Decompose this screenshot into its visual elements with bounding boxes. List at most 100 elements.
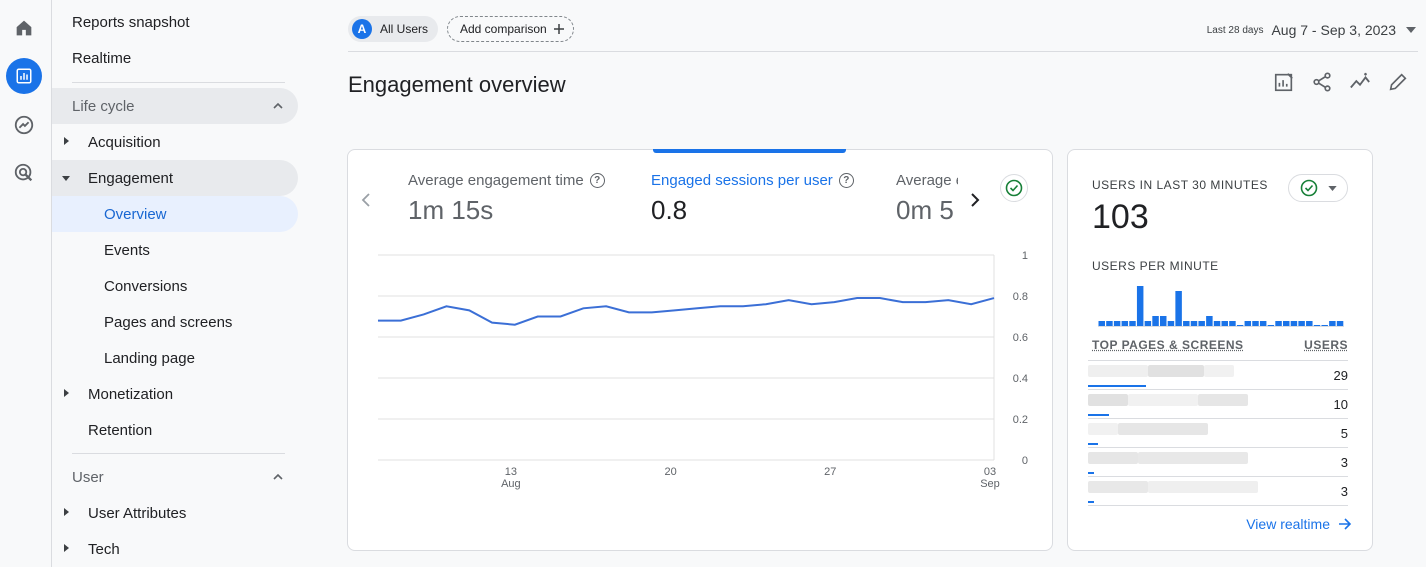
metric-tab-engaged-sessions-per-user[interactable]: Engaged sessions per user? 0.8 bbox=[651, 172, 854, 226]
topbar-divider bbox=[348, 51, 1418, 52]
chevron-right-icon[interactable] bbox=[967, 192, 983, 208]
minute-bar bbox=[1321, 325, 1328, 326]
y-tick-label: 1 bbox=[1022, 250, 1028, 262]
nav-engagement-label: Engagement bbox=[88, 169, 174, 187]
customize-report-icon[interactable] bbox=[1272, 70, 1296, 94]
share-bar bbox=[1088, 501, 1094, 503]
table-row[interactable]: 5 bbox=[1088, 419, 1348, 448]
users-count: 10 bbox=[1333, 397, 1348, 412]
dropdown-arrow-icon bbox=[1406, 27, 1416, 33]
nav-section-lifecycle[interactable]: Life cycle bbox=[52, 88, 298, 124]
share-icon[interactable] bbox=[1310, 70, 1334, 94]
chevron-up-icon bbox=[273, 473, 283, 480]
view-realtime-link[interactable]: View realtime bbox=[1246, 516, 1352, 532]
share-bar bbox=[1088, 414, 1109, 416]
date-range-picker[interactable]: Last 28 days Aug 7 - Sep 3, 2023 bbox=[1207, 22, 1416, 38]
nav-monetization-label: Monetization bbox=[88, 385, 174, 403]
explore-icon[interactable] bbox=[6, 107, 42, 143]
check-circle-icon bbox=[1005, 179, 1023, 197]
metric-label: Average e bbox=[896, 172, 958, 189]
minute-bar bbox=[1313, 325, 1321, 326]
redacted-page-title bbox=[1148, 365, 1204, 377]
minute-bar bbox=[1252, 321, 1259, 326]
caret-right-icon bbox=[64, 137, 69, 145]
redacted-page-title bbox=[1148, 481, 1258, 493]
minute-bar bbox=[1190, 321, 1198, 326]
minute-bar bbox=[1244, 321, 1252, 326]
chevron-up-icon bbox=[273, 102, 283, 109]
nav-tech[interactable]: Tech bbox=[52, 531, 298, 567]
chevron-left-icon[interactable] bbox=[358, 192, 374, 208]
users-count: 29 bbox=[1333, 368, 1348, 383]
series-line bbox=[378, 297, 995, 326]
users-column-header[interactable]: USERS bbox=[1304, 338, 1348, 352]
nav-realtime[interactable]: Realtime bbox=[52, 40, 298, 76]
nav-retention[interactable]: Retention bbox=[52, 412, 298, 448]
home-icon[interactable] bbox=[6, 10, 42, 46]
nav-monetization[interactable]: Monetization bbox=[52, 376, 298, 412]
nav-engagement[interactable]: Engagement bbox=[52, 160, 298, 196]
insights-icon[interactable] bbox=[1348, 70, 1372, 94]
users-per-minute-bars bbox=[1098, 286, 1344, 327]
minute-bar bbox=[1306, 321, 1313, 326]
arrow-right-icon bbox=[1339, 518, 1352, 530]
top-pages-column-header[interactable]: TOP PAGES & SCREENS bbox=[1092, 338, 1244, 352]
page-title: Engagement overview bbox=[348, 72, 566, 97]
table-row[interactable]: 3 bbox=[1088, 448, 1348, 477]
users-count: 3 bbox=[1340, 455, 1348, 470]
metric-value: 0m 5 bbox=[896, 195, 954, 225]
redacted-page-title bbox=[1088, 365, 1148, 377]
data-quality-status[interactable] bbox=[1000, 174, 1028, 202]
minute-bar bbox=[1213, 321, 1221, 326]
table-row[interactable]: 3 bbox=[1088, 477, 1348, 506]
y-tick-label: 0.4 bbox=[1013, 373, 1028, 385]
minute-bar bbox=[1160, 316, 1167, 326]
segment-chip[interactable]: A All Users bbox=[348, 16, 439, 42]
y-tick-label: 0.2 bbox=[1013, 414, 1028, 426]
reports-icon[interactable] bbox=[6, 58, 42, 94]
help-icon[interactable]: ? bbox=[838, 173, 854, 188]
metric-tabs: Average engagement time? 1m 15s Engaged … bbox=[408, 150, 958, 240]
nav-conversions[interactable]: Conversions bbox=[52, 268, 298, 304]
edit-pencil-icon[interactable] bbox=[1386, 70, 1410, 94]
nav-user-attributes[interactable]: User Attributes bbox=[52, 495, 298, 531]
help-icon[interactable]: ? bbox=[589, 173, 605, 188]
x-tick-label: 20 bbox=[664, 466, 676, 478]
minute-bar bbox=[1183, 321, 1190, 326]
nav-acquisition[interactable]: Acquisition bbox=[52, 124, 298, 160]
x-tick-month-label: Aug bbox=[501, 478, 521, 490]
caret-right-icon bbox=[64, 389, 69, 397]
realtime-status-dropdown[interactable] bbox=[1288, 174, 1348, 202]
table-row[interactable]: 29 bbox=[1088, 361, 1348, 390]
nav-events[interactable]: Events bbox=[52, 232, 298, 268]
report-toolbar bbox=[1272, 70, 1410, 94]
minute-bar bbox=[1283, 321, 1290, 326]
minute-bar bbox=[1298, 321, 1305, 326]
metric-value: 1m 15s bbox=[408, 195, 494, 225]
advertising-icon[interactable] bbox=[6, 155, 42, 191]
nav-reports-snapshot[interactable]: Reports snapshot bbox=[52, 4, 298, 40]
nav-overview[interactable]: Overview bbox=[52, 196, 298, 232]
minute-bar bbox=[1098, 321, 1105, 326]
add-comparison-button[interactable]: Add comparison bbox=[447, 16, 574, 42]
nav-pages-and-screens[interactable]: Pages and screens bbox=[52, 304, 298, 340]
metric-tab-average-engagement-time[interactable]: Average engagement time? 1m 15s bbox=[408, 172, 605, 226]
main-content: A All Users Add comparison Last 28 days … bbox=[302, 0, 1426, 567]
table-row[interactable]: 10 bbox=[1088, 390, 1348, 419]
check-circle-icon bbox=[1300, 179, 1317, 197]
nav-user-attributes-label: User Attributes bbox=[88, 504, 187, 522]
y-tick-label: 0 bbox=[1022, 455, 1028, 467]
nav-section-user[interactable]: User bbox=[52, 459, 298, 495]
minute-bar bbox=[1129, 321, 1136, 326]
nav-divider bbox=[72, 453, 285, 454]
icon-rail bbox=[0, 0, 52, 567]
plus-icon bbox=[553, 24, 564, 34]
redacted-page-title bbox=[1088, 481, 1148, 493]
minute-bar bbox=[1152, 316, 1159, 326]
nav-landing-page[interactable]: Landing page bbox=[52, 340, 298, 376]
nav-tech-label: Tech bbox=[88, 540, 120, 558]
caret-right-icon bbox=[64, 508, 69, 516]
metric-label: Average engagement time bbox=[408, 172, 584, 189]
minute-bar bbox=[1198, 321, 1205, 326]
metric-tab-average-truncated[interactable]: Average e 0m 5 bbox=[896, 172, 958, 226]
